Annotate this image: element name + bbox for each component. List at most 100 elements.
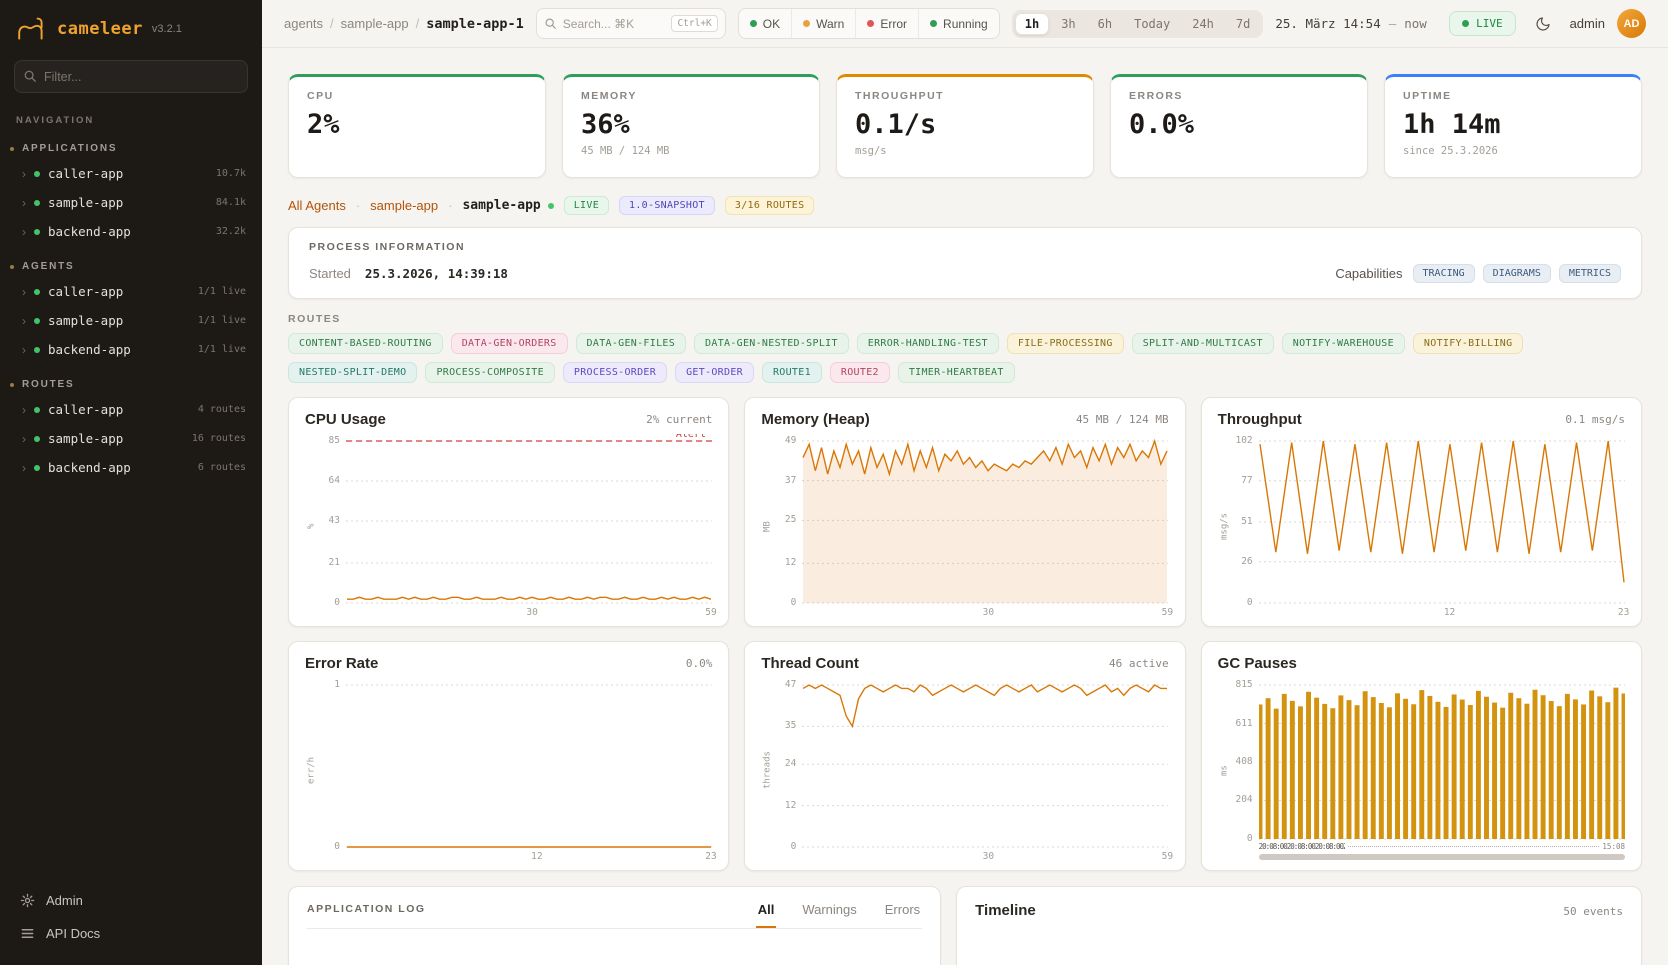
sidebar-item-routes-sample-app[interactable]: › sample-app 16 routes	[0, 424, 262, 453]
route-chip[interactable]: GET-ORDER	[675, 362, 754, 383]
status-filter-ok[interactable]: OK	[739, 9, 791, 38]
item-badge: 6 routes	[198, 462, 246, 473]
stat-card-memory: MEMORY 36% 45 MB / 124 MB	[562, 74, 820, 178]
date-label: 25. März 14:54	[1275, 16, 1380, 31]
cameleer-logo-icon	[16, 16, 48, 42]
item-label: sample-app	[48, 195, 123, 210]
status-dot	[34, 200, 40, 206]
stat-label: MEMORY	[581, 90, 801, 102]
sidebar-item-api-docs[interactable]: API Docs	[12, 918, 250, 949]
route-chip[interactable]: PROCESS-COMPOSITE	[425, 362, 554, 383]
route-chip[interactable]: DATA-GEN-NESTED-SPLIT	[694, 333, 849, 354]
x-axis-ticks: 3059	[802, 849, 1168, 863]
route-chip[interactable]: NOTIFY-BILLING	[1413, 333, 1524, 354]
search-icon	[544, 17, 557, 30]
sidebar-item-application-backend-app[interactable]: › backend-app 32.2k	[0, 217, 262, 246]
tab-errors[interactable]: Errors	[883, 902, 922, 928]
sample-app-link[interactable]: sample-app	[370, 198, 438, 213]
gc-x-axis-labels: 20:08:0020:08:0020:08:0020:08:00	[1259, 842, 1345, 851]
breadcrumb-agents-link[interactable]: agents	[284, 16, 323, 31]
section-title: APPLICATIONS	[22, 143, 117, 154]
status-filter-warn[interactable]: Warn	[791, 9, 855, 38]
global-search[interactable]: Ctrl+K	[536, 8, 726, 39]
sidebar-item-agent-backend-app[interactable]: › backend-app 1/1 live	[0, 335, 262, 364]
moon-icon	[1535, 16, 1551, 32]
section-header: ROUTES	[0, 376, 262, 395]
time-range-1h[interactable]: 1h	[1015, 13, 1049, 35]
route-chip[interactable]: NESTED-SPLIT-DEMO	[288, 362, 417, 383]
live-label: LIVE	[1476, 17, 1503, 30]
route-chip[interactable]: SPLIT-AND-MULTICAST	[1132, 333, 1274, 354]
separator: ·	[356, 198, 360, 213]
separator: ·	[448, 198, 452, 213]
breadcrumb-separator: /	[416, 16, 420, 31]
all-agents-link[interactable]: All Agents	[288, 198, 346, 213]
route-chip[interactable]: PROCESS-ORDER	[563, 362, 667, 383]
stat-sub: msg/s	[855, 145, 1075, 157]
sidebar-item-routes-backend-app[interactable]: › backend-app 6 routes	[0, 453, 262, 482]
date-separator: —	[1389, 16, 1397, 31]
tab-warnings[interactable]: Warnings	[800, 902, 858, 928]
time-range-7d[interactable]: 7d	[1226, 13, 1260, 35]
routes-section-label: ROUTES	[288, 313, 1642, 325]
y-axis-ticks: 021436485	[318, 434, 346, 619]
section-header: AGENTS	[0, 258, 262, 277]
status-filter-running[interactable]: Running	[918, 9, 999, 38]
capabilities: Capabilities TRACINGDIAGRAMSMETRICS	[1335, 264, 1621, 283]
capability-chips: TRACINGDIAGRAMSMETRICS	[1413, 264, 1621, 283]
sidebar-item-agent-sample-app[interactable]: › sample-app 1/1 live	[0, 306, 262, 335]
sidebar-filter	[14, 60, 248, 93]
sidebar-item-admin[interactable]: Admin	[12, 885, 250, 916]
filter-input[interactable]	[14, 60, 248, 93]
breadcrumb-sample-app-link[interactable]: sample-app	[341, 16, 409, 31]
timeline-event-count: 50 events	[1563, 905, 1623, 918]
sidebar-item-routes-caller-app[interactable]: › caller-app 4 routes	[0, 395, 262, 424]
dark-mode-toggle[interactable]	[1528, 9, 1558, 39]
current-agent: sample-app	[462, 198, 553, 213]
time-range-6h[interactable]: 6h	[1088, 13, 1122, 35]
sidebar-section-agents: AGENTS › caller-app 1/1 live › sample-ap…	[0, 258, 262, 364]
route-chip[interactable]: NOTIFY-WAREHOUSE	[1282, 333, 1405, 354]
route-chip[interactable]: TIMER-HEARTBEAT	[898, 362, 1015, 383]
route-chip[interactable]: DATA-GEN-ORDERS	[451, 333, 568, 354]
tab-all[interactable]: All	[756, 902, 777, 928]
time-range-24h[interactable]: 24h	[1182, 13, 1224, 35]
time-window[interactable]: 25. März 14:54 — now	[1275, 16, 1426, 31]
chart-card-cpu-usage: CPU Usage 2% current % 021436485 Alert 3…	[288, 397, 729, 627]
route-chip[interactable]: ERROR-HANDLING-TEST	[857, 333, 999, 354]
application-log-panel: APPLICATION LOG All Warnings Errors	[288, 886, 941, 965]
chart-title: Error Rate	[305, 655, 378, 672]
status-dot	[34, 229, 40, 235]
y-axis-label: MB	[761, 434, 774, 619]
sidebar-item-application-caller-app[interactable]: › caller-app 10.7k	[0, 159, 262, 188]
time-range-selector: 1h 3h 6h Today 24h 7d	[1012, 10, 1264, 38]
chevron-right-icon: ›	[22, 433, 26, 445]
route-chip[interactable]: ROUTE1	[762, 362, 822, 383]
time-range-3h[interactable]: 3h	[1051, 13, 1085, 35]
avatar[interactable]: AD	[1617, 9, 1646, 38]
chart-current-value: 2% current	[646, 413, 712, 426]
sidebar-item-application-sample-app[interactable]: › sample-app 84.1k	[0, 188, 262, 217]
sidebar-item-agent-caller-app[interactable]: › caller-app 1/1 live	[0, 277, 262, 306]
y-axis-ticks: 012243547	[774, 678, 802, 863]
item-badge: 84.1k	[216, 197, 246, 208]
gc-scrollbar[interactable]	[1259, 854, 1625, 860]
item-badge: 16 routes	[192, 433, 246, 444]
chart-card-error-rate: Error Rate 0.0% err/h 01 1223	[288, 641, 729, 871]
live-indicator[interactable]: LIVE	[1449, 11, 1516, 36]
chevron-right-icon: ›	[22, 404, 26, 416]
y-axis-ticks: 01	[318, 678, 346, 863]
filter-label: Warn	[816, 17, 844, 31]
capability-chip: TRACING	[1413, 264, 1475, 283]
item-label: caller-app	[48, 402, 123, 417]
route-chip[interactable]: FILE-PROCESSING	[1007, 333, 1124, 354]
started-value: 25.3.2026, 14:39:18	[365, 266, 508, 281]
stat-value: 36%	[581, 109, 801, 140]
route-chip[interactable]: ROUTE2	[830, 362, 890, 383]
route-chip[interactable]: CONTENT-BASED-ROUTING	[288, 333, 443, 354]
status-filter-error[interactable]: Error	[855, 9, 918, 38]
time-range-today[interactable]: Today	[1124, 13, 1180, 35]
search-input[interactable]	[563, 17, 666, 31]
route-chip[interactable]: DATA-GEN-FILES	[576, 333, 687, 354]
memory-heap-plot	[802, 434, 1168, 605]
